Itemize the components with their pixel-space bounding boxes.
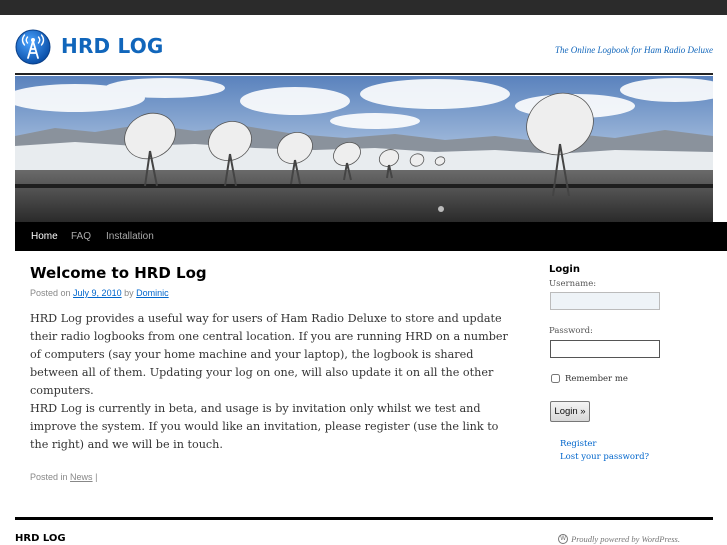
top-bar xyxy=(0,0,727,15)
site-tagline: The Online Logbook for Ham Radio Deluxe xyxy=(555,45,713,55)
post-paragraph: HRD Log provides a useful way for users … xyxy=(30,312,508,397)
remember-me-label[interactable]: Remember me xyxy=(565,374,628,384)
post-date-link[interactable]: July 9, 2010 xyxy=(73,288,122,298)
nav-item-installation[interactable]: Installation xyxy=(106,222,154,251)
nav-item-faq[interactable]: FAQ xyxy=(71,222,91,251)
radio-tower-icon[interactable] xyxy=(15,29,51,65)
meta-separator: | xyxy=(95,472,98,482)
post-paragraph: HRD Log is currently in beta, and usage … xyxy=(30,402,499,451)
username-input[interactable] xyxy=(550,292,660,310)
post-meta: Posted on July 9, 2010 by Dominic xyxy=(30,288,169,298)
posted-in-label: Posted in xyxy=(30,472,68,482)
powered-by-link[interactable]: W Proudly powered by WordPress. xyxy=(558,534,680,544)
password-label: Password: xyxy=(549,326,593,336)
footer-site-title[interactable]: HRD LOG xyxy=(15,533,66,544)
post-category-meta: Posted in News | xyxy=(30,472,97,482)
register-link[interactable]: Register xyxy=(560,439,596,449)
header-rule xyxy=(15,73,713,75)
category-link-news[interactable]: News xyxy=(70,472,93,482)
lost-password-link[interactable]: Lost your password? xyxy=(560,452,649,462)
main-nav: Home FAQ Installation xyxy=(15,222,727,251)
site-title[interactable]: HRD LOG xyxy=(61,34,164,58)
header-image xyxy=(15,76,713,222)
posted-on-label: Posted on xyxy=(30,288,71,298)
remember-me-checkbox[interactable] xyxy=(551,374,560,383)
wordpress-icon: W xyxy=(558,534,569,544)
nav-item-home[interactable]: Home xyxy=(31,222,58,251)
footer-rule xyxy=(15,517,713,520)
post-title[interactable]: Welcome to HRD Log xyxy=(30,264,207,282)
post-author-link[interactable]: Dominic xyxy=(136,288,169,298)
password-input[interactable] xyxy=(550,340,660,358)
login-widget-title: Login xyxy=(549,264,580,275)
powered-by-text: Proudly powered by WordPress. xyxy=(571,534,680,544)
login-button[interactable]: Login » xyxy=(550,401,590,422)
by-label: by xyxy=(124,288,134,298)
username-label: Username: xyxy=(549,279,597,289)
